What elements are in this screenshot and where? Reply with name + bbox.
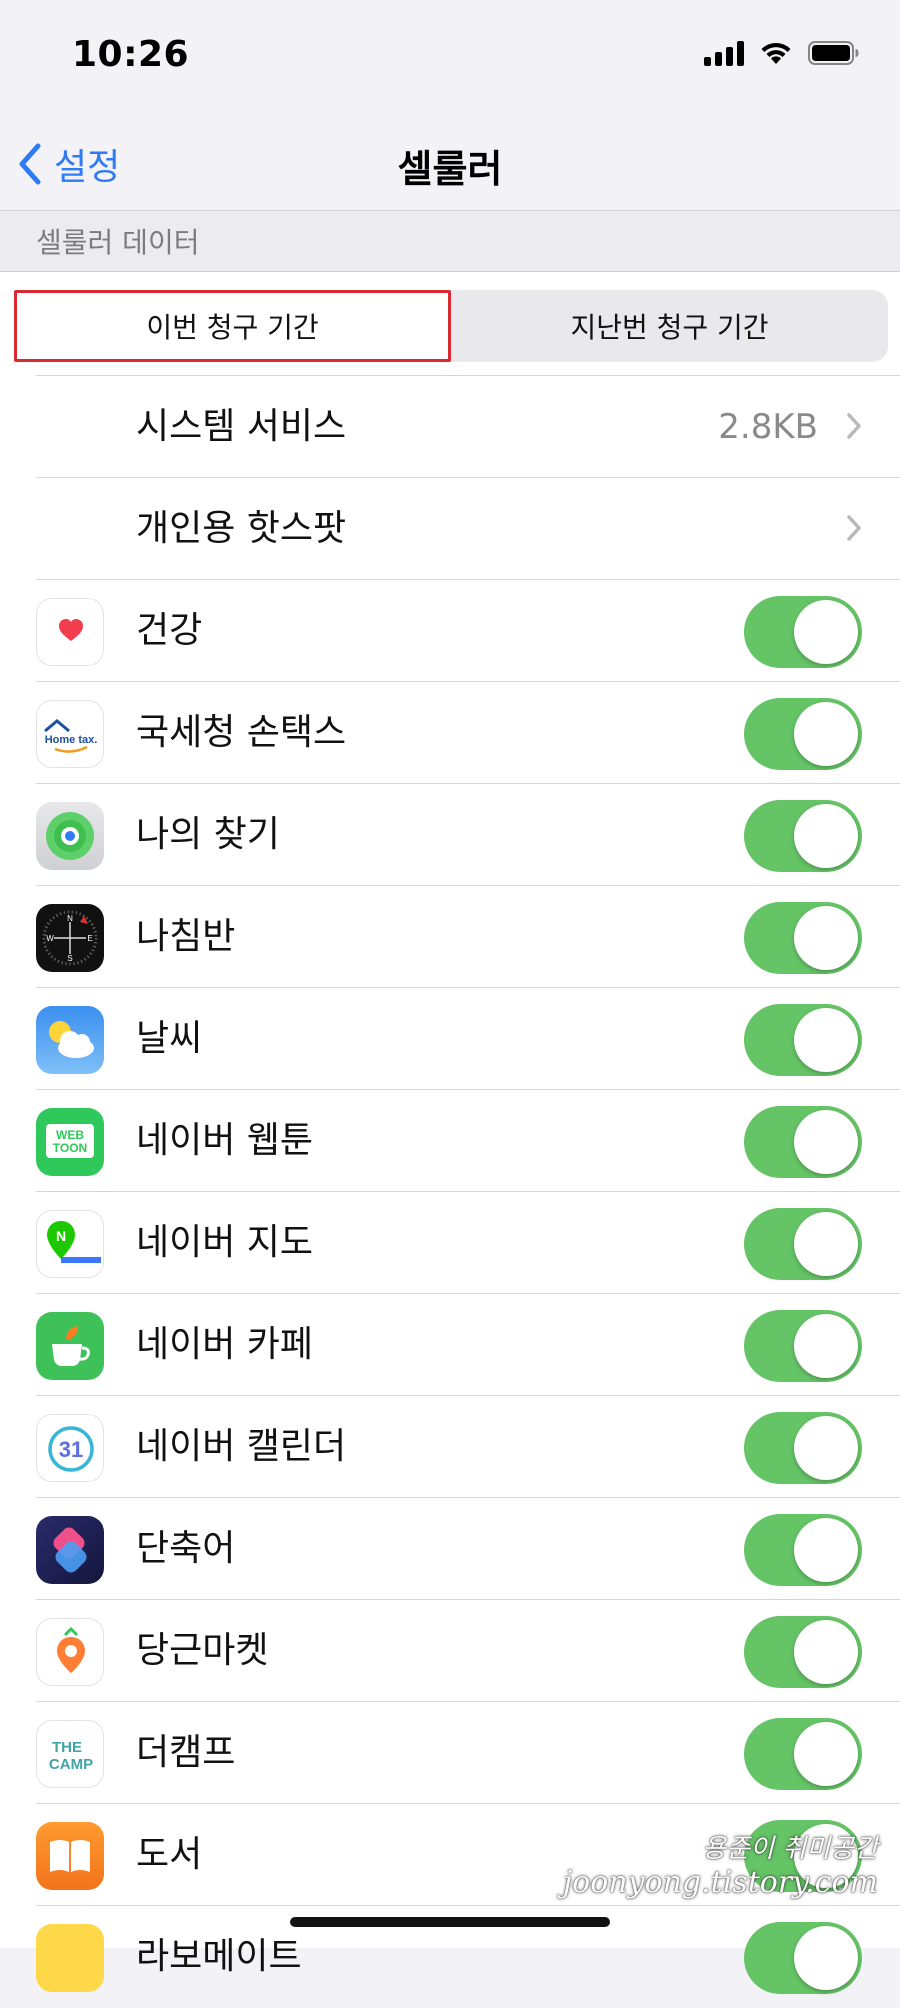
app-name: 네이버 웹툰 <box>136 1120 314 1161</box>
segment-current-period[interactable]: 이번 청구 기간 <box>14 290 451 362</box>
app-icon <box>36 1924 104 1992</box>
cellular-toggle[interactable] <box>744 1004 862 1076</box>
compass-e-text: E <box>87 934 92 943</box>
segment-previous-period[interactable]: 지난번 청구 기간 <box>451 290 888 362</box>
app-name: 날씨 <box>136 1018 203 1059</box>
cellular-signal-icon <box>704 40 744 66</box>
row-system-services[interactable]: 시스템 서비스 2.8KB <box>0 376 900 478</box>
watermark-line-2: joonyong.tistory.com <box>562 1865 878 1900</box>
find-my-icon <box>36 802 104 870</box>
cellular-toggle[interactable] <box>744 1208 862 1280</box>
status-icons <box>704 40 860 66</box>
status-bar: 10:26 <box>0 0 900 110</box>
app-row-shortcuts: 단축어 <box>0 1498 900 1600</box>
naver-map-icon: N <box>36 1210 104 1278</box>
cellular-toggle[interactable] <box>744 1616 862 1688</box>
app-row-naver-cafe: 네이버 카페 <box>0 1294 900 1396</box>
health-icon <box>36 598 104 666</box>
cellular-toggle[interactable] <box>744 1514 862 1586</box>
app-name: 네이버 지도 <box>136 1222 314 1263</box>
calendar-day-text: 31 <box>59 1437 83 1462</box>
app-name: 나침반 <box>136 916 236 957</box>
naver-webtoon-icon: WEB TOON <box>36 1108 104 1176</box>
row-label: 개인용 핫스팟 <box>136 508 347 549</box>
webtoon-text-2: TOON <box>53 1141 87 1155</box>
chevron-right-icon <box>847 515 861 541</box>
shortcuts-icon <box>36 1516 104 1584</box>
cellular-toggle[interactable] <box>744 596 862 668</box>
billing-period-segmented-control: 이번 청구 기간 지난번 청구 기간 <box>14 290 888 362</box>
cellular-toggle[interactable] <box>744 1718 862 1790</box>
thecamp-text-2: CAMP <box>49 1756 93 1773</box>
app-row-naver-map: N 네이버 지도 <box>0 1192 900 1294</box>
battery-icon <box>808 40 860 66</box>
webtoon-text-1: WEB <box>56 1128 84 1142</box>
daangn-market-icon <box>36 1618 104 1686</box>
compass-s-text: S <box>67 954 72 963</box>
page-title: 셀룰러 <box>397 147 503 191</box>
cellular-data-list: 이번 청구 기간 지난번 청구 기간 시스템 서비스 2.8KB 개인용 핫스팟… <box>0 272 900 1994</box>
row-label: 시스템 서비스 <box>136 406 347 447</box>
cellular-toggle[interactable] <box>744 1310 862 1382</box>
watermark: 용준이 취미공간 joonyong.tistory.com <box>563 1828 878 1900</box>
app-name: 라보메이트 <box>136 1936 302 1977</box>
row-personal-hotspot[interactable]: 개인용 핫스팟 <box>0 478 900 580</box>
chevron-right-icon <box>847 413 861 439</box>
section-header-label: 셀룰러 데이터 <box>36 226 200 259</box>
thecamp-icon: THE CAMP <box>36 1720 104 1788</box>
naver-map-letter: N <box>56 1228 66 1244</box>
section-header: 셀룰러 데이터 <box>0 210 900 272</box>
naver-calendar-icon: 31 <box>36 1414 104 1482</box>
app-name: 네이버 캘린더 <box>136 1426 347 1467</box>
app-row-hometax: Home tax. 국세청 손택스 <box>0 682 900 784</box>
wifi-icon <box>758 40 794 66</box>
app-row-weather: 날씨 <box>0 988 900 1090</box>
cellular-toggle[interactable] <box>744 1922 862 1994</box>
compass-w-text: W <box>46 934 54 943</box>
app-row-daangn-market: 당근마켓 <box>0 1600 900 1702</box>
app-name: 건강 <box>136 610 203 651</box>
hometax-icon: Home tax. <box>36 700 104 768</box>
app-name: 더캠프 <box>136 1732 236 1773</box>
status-time: 10:26 <box>72 34 190 75</box>
app-row-thecamp: THE CAMP 더캠프 <box>0 1702 900 1804</box>
cellular-toggle[interactable] <box>744 1106 862 1178</box>
app-name: 도서 <box>136 1834 203 1875</box>
home-indicator[interactable] <box>290 1917 610 1927</box>
weather-icon <box>36 1006 104 1074</box>
app-row-naver-calendar: 31 네이버 캘린더 <box>0 1396 900 1498</box>
app-row-compass: N S E W 나침반 <box>0 886 900 988</box>
naver-cafe-icon <box>36 1312 104 1380</box>
compass-n-text: N <box>67 914 73 923</box>
cellular-toggle[interactable] <box>744 800 862 872</box>
app-row-find-my: 나의 찾기 <box>0 784 900 886</box>
app-name: 당근마켓 <box>136 1630 269 1671</box>
app-name: 단축어 <box>136 1528 236 1569</box>
hometax-text: Home tax. <box>45 734 98 746</box>
thecamp-text-1: THE <box>52 1739 82 1756</box>
cellular-toggle[interactable] <box>744 902 862 974</box>
compass-icon: N S E W <box>36 904 104 972</box>
books-icon <box>36 1822 104 1890</box>
navigation-bar: 설정 셀룰러 <box>0 110 900 210</box>
app-name: 네이버 카페 <box>136 1324 314 1365</box>
app-name: 나의 찾기 <box>136 814 280 855</box>
cellular-toggle[interactable] <box>744 1412 862 1484</box>
app-name: 국세청 손택스 <box>136 712 347 753</box>
watermark-line-1: 용준이 취미공간 <box>702 1834 878 1864</box>
app-row-naver-webtoon: WEB TOON 네이버 웹툰 <box>0 1090 900 1192</box>
app-row-health: 건강 <box>0 580 900 682</box>
cellular-toggle[interactable] <box>744 698 862 770</box>
row-value: 2.8KB <box>718 407 818 447</box>
